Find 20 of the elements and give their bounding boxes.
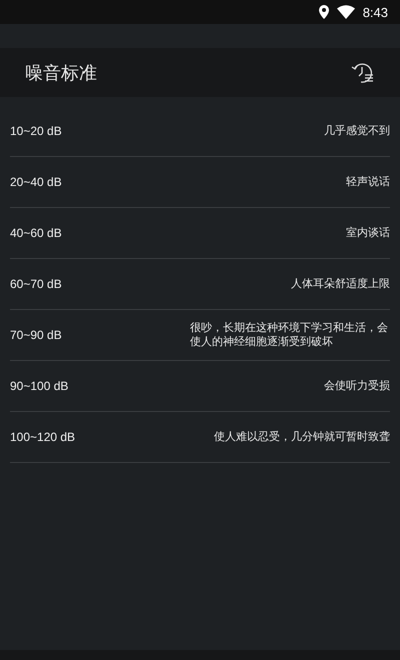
decibel-range: 70~90 dB bbox=[10, 328, 62, 342]
noise-description: 几乎感觉不到 bbox=[324, 124, 390, 138]
location-icon bbox=[318, 5, 329, 19]
wifi-icon bbox=[336, 5, 355, 19]
noise-description: 人体耳朵舒适度上限 bbox=[291, 277, 390, 291]
decibel-range: 90~100 dB bbox=[10, 379, 68, 393]
noise-description: 使人难以忍受，几分钟就可暂时致聋 bbox=[214, 430, 390, 444]
decibel-range: 20~40 dB bbox=[10, 175, 62, 189]
clock-list-icon bbox=[350, 60, 376, 84]
decibel-range: 40~60 dB bbox=[10, 226, 62, 240]
decibel-range: 10~20 dB bbox=[10, 124, 62, 138]
noise-description: 很吵，长期在这种环境下学习和生活，会使人的神经细胞逐渐受到破坏 bbox=[190, 321, 389, 349]
noise-description: 轻声说话 bbox=[346, 175, 390, 189]
noise-description: 会使听力受损 bbox=[324, 379, 390, 393]
status-time: 8:43 bbox=[362, 4, 388, 20]
noise-description: 室内谈话 bbox=[346, 226, 390, 240]
decibel-range: 100~120 dB bbox=[10, 430, 76, 444]
history-button[interactable] bbox=[350, 60, 376, 84]
page-title: 噪音标准 bbox=[25, 62, 97, 84]
decibel-range: 60~70 dB bbox=[10, 277, 62, 291]
